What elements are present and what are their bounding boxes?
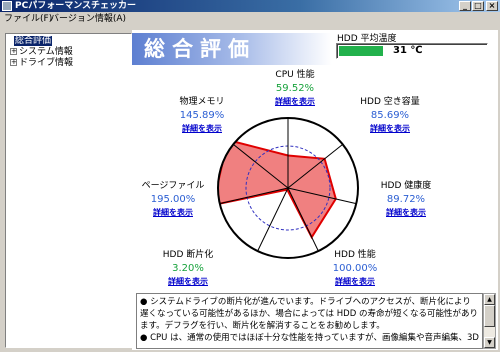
- page-title: 総合評価: [144, 37, 256, 61]
- metric-name: CPU 性能: [275, 70, 315, 80]
- metric-hdd-performance: HDD 性能 100.00% 詳細を表示: [325, 249, 385, 288]
- performance-radar-chart: [217, 117, 359, 259]
- metric-hdd-free-space: HDD 空き容量 85.69% 詳細を表示: [355, 96, 425, 135]
- tree-item-label: ドライブ情報: [19, 58, 74, 68]
- metric-physical-memory: 物理メモリ 145.89% 詳細を表示: [172, 96, 232, 135]
- title-banner: 総合評価: [132, 33, 332, 65]
- show-details-link[interactable]: 詳細を表示: [355, 122, 425, 135]
- metric-value: 59.52%: [275, 83, 315, 94]
- scroll-down-icon[interactable]: ▼: [484, 337, 495, 348]
- metric-value: 100.00%: [332, 263, 378, 274]
- metric-name: HDD 性能: [334, 250, 376, 260]
- window-title: PCパフォーマンスチェッカー: [15, 1, 137, 11]
- tree-view[interactable]: 総合評価 + システム情報 + ドライブ情報: [5, 33, 132, 348]
- scroll-thumb[interactable]: [484, 305, 495, 327]
- minimize-button[interactable]: _: [459, 1, 471, 11]
- metric-name: ページファイル: [141, 181, 205, 191]
- radar-data-area: [218, 138, 337, 240]
- tree-item-system-info[interactable]: + システム情報: [10, 47, 73, 58]
- metric-pagefile: ページファイル 195.00% 詳細を表示: [140, 180, 206, 219]
- menu-version-info[interactable]: バージョン情報(A): [50, 12, 126, 26]
- tree-item-drive-info[interactable]: + ドライブ情報: [10, 58, 73, 69]
- metric-name: 物理メモリ: [179, 97, 225, 107]
- message-scrollbar[interactable]: ▲ ▼: [483, 293, 496, 349]
- app-icon: [2, 1, 12, 11]
- show-details-link[interactable]: 詳細を表示: [376, 206, 436, 219]
- advice-line: ● システムドライブの断片化が進んでいます。ドライブへのアクセスが、断片化により…: [140, 297, 478, 331]
- metric-value: 89.72%: [386, 194, 426, 205]
- title-bar: PCパフォーマンスチェッカー _ □ ×: [0, 0, 500, 12]
- hdd-temp-meter: 31 ℃: [336, 43, 488, 59]
- radar-axis-hdd_frag: [257, 187, 289, 252]
- menu-file[interactable]: ファイル(F): [4, 12, 52, 26]
- metric-value: 195.00%: [150, 194, 196, 205]
- show-details-link[interactable]: 詳細を表示: [325, 275, 385, 288]
- metric-hdd-health: HDD 健康度 89.72% 詳細を表示: [376, 180, 436, 219]
- show-details-link[interactable]: 詳細を表示: [140, 206, 206, 219]
- metric-name: HDD 断片化: [162, 250, 214, 260]
- metric-value: 3.20%: [172, 263, 204, 274]
- main-panel: 総合評価 HDD 平均温度 31 ℃ CPU 性能 59.52% 詳細を表示 H…: [132, 30, 498, 350]
- advice-line: ● CPU は、通常の使用ではほぼ十分な性能を持っていますが、画像編集や音声編集…: [140, 333, 479, 343]
- metric-name: HDD 空き容量: [360, 97, 420, 107]
- advice-message-box[interactable]: ● システムドライブの断片化が進んでいます。ドライブへのアクセスが、断片化により…: [136, 293, 483, 349]
- menu-bar: ファイル(F) バージョン情報(A): [0, 12, 500, 26]
- metric-cpu: CPU 性能 59.52% 詳細を表示: [265, 69, 325, 108]
- show-details-link[interactable]: 詳細を表示: [265, 95, 325, 108]
- metric-hdd-fragmentation: HDD 断片化 3.20% 詳細を表示: [158, 249, 218, 288]
- tree-item-label: システム情報: [19, 47, 73, 57]
- tree-item-label: 総合評価: [14, 36, 53, 46]
- metric-value: 85.69%: [370, 110, 410, 121]
- expand-icon[interactable]: +: [10, 48, 17, 55]
- maximize-button[interactable]: □: [472, 1, 484, 11]
- scroll-up-icon[interactable]: ▲: [484, 294, 495, 305]
- show-details-link[interactable]: 詳細を表示: [158, 275, 218, 288]
- tree-item-overall[interactable]: 総合評価: [14, 36, 53, 47]
- expand-icon[interactable]: +: [10, 59, 17, 66]
- hdd-temp-fill: [339, 46, 383, 56]
- hdd-temp-value: 31 ℃: [393, 45, 423, 56]
- metric-value: 145.89%: [179, 110, 225, 121]
- metric-name: HDD 健康度: [380, 181, 432, 191]
- show-details-link[interactable]: 詳細を表示: [172, 122, 232, 135]
- close-button[interactable]: ×: [486, 1, 498, 11]
